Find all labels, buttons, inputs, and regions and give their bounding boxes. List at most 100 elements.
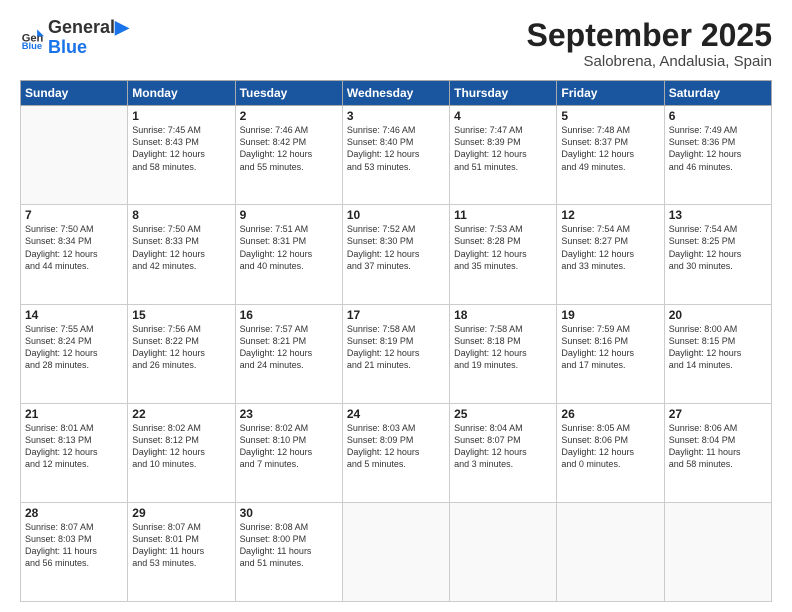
day-number: 13 <box>669 208 767 222</box>
week-row-4: 21Sunrise: 8:01 AM Sunset: 8:13 PM Dayli… <box>21 403 772 502</box>
logo-text: General▶ Blue <box>48 18 129 58</box>
logo: Gen Blue General▶ Blue <box>20 18 129 58</box>
week-row-2: 7Sunrise: 7:50 AM Sunset: 8:34 PM Daylig… <box>21 205 772 304</box>
calendar-cell: 7Sunrise: 7:50 AM Sunset: 8:34 PM Daylig… <box>21 205 128 304</box>
day-number: 29 <box>132 506 230 520</box>
calendar: SundayMondayTuesdayWednesdayThursdayFrid… <box>20 80 772 602</box>
calendar-cell: 22Sunrise: 8:02 AM Sunset: 8:12 PM Dayli… <box>128 403 235 502</box>
cell-info: Sunrise: 7:45 AM Sunset: 8:43 PM Dayligh… <box>132 124 230 173</box>
subtitle: Salobrena, Andalusia, Spain <box>527 53 772 70</box>
calendar-cell: 26Sunrise: 8:05 AM Sunset: 8:06 PM Dayli… <box>557 403 664 502</box>
day-number: 23 <box>240 407 338 421</box>
day-number: 26 <box>561 407 659 421</box>
month-title: September 2025 <box>527 18 772 53</box>
day-number: 10 <box>347 208 445 222</box>
cell-info: Sunrise: 8:00 AM Sunset: 8:15 PM Dayligh… <box>669 323 767 372</box>
cell-info: Sunrise: 7:49 AM Sunset: 8:36 PM Dayligh… <box>669 124 767 173</box>
day-number: 16 <box>240 308 338 322</box>
day-number: 24 <box>347 407 445 421</box>
day-number: 1 <box>132 109 230 123</box>
calendar-cell: 15Sunrise: 7:56 AM Sunset: 8:22 PM Dayli… <box>128 304 235 403</box>
day-number: 5 <box>561 109 659 123</box>
svg-text:Blue: Blue <box>22 40 42 50</box>
weekday-header-tuesday: Tuesday <box>235 81 342 106</box>
calendar-cell: 20Sunrise: 8:00 AM Sunset: 8:15 PM Dayli… <box>664 304 771 403</box>
day-number: 17 <box>347 308 445 322</box>
day-number: 22 <box>132 407 230 421</box>
calendar-cell <box>557 502 664 601</box>
calendar-cell: 12Sunrise: 7:54 AM Sunset: 8:27 PM Dayli… <box>557 205 664 304</box>
calendar-cell: 28Sunrise: 8:07 AM Sunset: 8:03 PM Dayli… <box>21 502 128 601</box>
logo-icon: Gen Blue <box>20 26 44 50</box>
cell-info: Sunrise: 8:01 AM Sunset: 8:13 PM Dayligh… <box>25 422 123 471</box>
day-number: 21 <box>25 407 123 421</box>
day-number: 25 <box>454 407 552 421</box>
day-number: 4 <box>454 109 552 123</box>
day-number: 15 <box>132 308 230 322</box>
cell-info: Sunrise: 8:08 AM Sunset: 8:00 PM Dayligh… <box>240 521 338 570</box>
cell-info: Sunrise: 7:46 AM Sunset: 8:40 PM Dayligh… <box>347 124 445 173</box>
cell-info: Sunrise: 7:58 AM Sunset: 8:19 PM Dayligh… <box>347 323 445 372</box>
day-number: 8 <box>132 208 230 222</box>
calendar-cell: 13Sunrise: 7:54 AM Sunset: 8:25 PM Dayli… <box>664 205 771 304</box>
title-block: September 2025 Salobrena, Andalusia, Spa… <box>527 18 772 70</box>
page: Gen Blue General▶ Blue September 2025 Sa… <box>0 0 792 612</box>
weekday-header-sunday: Sunday <box>21 81 128 106</box>
calendar-cell: 21Sunrise: 8:01 AM Sunset: 8:13 PM Dayli… <box>21 403 128 502</box>
calendar-cell <box>342 502 449 601</box>
cell-info: Sunrise: 7:54 AM Sunset: 8:25 PM Dayligh… <box>669 223 767 272</box>
calendar-cell <box>21 106 128 205</box>
cell-info: Sunrise: 7:46 AM Sunset: 8:42 PM Dayligh… <box>240 124 338 173</box>
day-number: 14 <box>25 308 123 322</box>
calendar-cell: 18Sunrise: 7:58 AM Sunset: 8:18 PM Dayli… <box>450 304 557 403</box>
cell-info: Sunrise: 8:07 AM Sunset: 8:01 PM Dayligh… <box>132 521 230 570</box>
day-number: 27 <box>669 407 767 421</box>
day-number: 7 <box>25 208 123 222</box>
cell-info: Sunrise: 8:06 AM Sunset: 8:04 PM Dayligh… <box>669 422 767 471</box>
calendar-cell: 29Sunrise: 8:07 AM Sunset: 8:01 PM Dayli… <box>128 502 235 601</box>
cell-info: Sunrise: 7:48 AM Sunset: 8:37 PM Dayligh… <box>561 124 659 173</box>
calendar-cell: 16Sunrise: 7:57 AM Sunset: 8:21 PM Dayli… <box>235 304 342 403</box>
weekday-header-monday: Monday <box>128 81 235 106</box>
cell-info: Sunrise: 7:50 AM Sunset: 8:33 PM Dayligh… <box>132 223 230 272</box>
calendar-cell: 19Sunrise: 7:59 AM Sunset: 8:16 PM Dayli… <box>557 304 664 403</box>
week-row-5: 28Sunrise: 8:07 AM Sunset: 8:03 PM Dayli… <box>21 502 772 601</box>
calendar-cell: 23Sunrise: 8:02 AM Sunset: 8:10 PM Dayli… <box>235 403 342 502</box>
cell-info: Sunrise: 7:56 AM Sunset: 8:22 PM Dayligh… <box>132 323 230 372</box>
calendar-cell: 8Sunrise: 7:50 AM Sunset: 8:33 PM Daylig… <box>128 205 235 304</box>
weekday-header-wednesday: Wednesday <box>342 81 449 106</box>
cell-info: Sunrise: 7:58 AM Sunset: 8:18 PM Dayligh… <box>454 323 552 372</box>
calendar-cell: 3Sunrise: 7:46 AM Sunset: 8:40 PM Daylig… <box>342 106 449 205</box>
calendar-cell: 17Sunrise: 7:58 AM Sunset: 8:19 PM Dayli… <box>342 304 449 403</box>
day-number: 11 <box>454 208 552 222</box>
day-number: 30 <box>240 506 338 520</box>
day-number: 9 <box>240 208 338 222</box>
day-number: 28 <box>25 506 123 520</box>
cell-info: Sunrise: 8:04 AM Sunset: 8:07 PM Dayligh… <box>454 422 552 471</box>
week-row-1: 1Sunrise: 7:45 AM Sunset: 8:43 PM Daylig… <box>21 106 772 205</box>
calendar-cell: 30Sunrise: 8:08 AM Sunset: 8:00 PM Dayli… <box>235 502 342 601</box>
cell-info: Sunrise: 7:55 AM Sunset: 8:24 PM Dayligh… <box>25 323 123 372</box>
weekday-header-thursday: Thursday <box>450 81 557 106</box>
calendar-cell: 10Sunrise: 7:52 AM Sunset: 8:30 PM Dayli… <box>342 205 449 304</box>
calendar-cell: 2Sunrise: 7:46 AM Sunset: 8:42 PM Daylig… <box>235 106 342 205</box>
cell-info: Sunrise: 7:57 AM Sunset: 8:21 PM Dayligh… <box>240 323 338 372</box>
weekday-header-saturday: Saturday <box>664 81 771 106</box>
calendar-cell: 5Sunrise: 7:48 AM Sunset: 8:37 PM Daylig… <box>557 106 664 205</box>
calendar-cell: 9Sunrise: 7:51 AM Sunset: 8:31 PM Daylig… <box>235 205 342 304</box>
cell-info: Sunrise: 7:52 AM Sunset: 8:30 PM Dayligh… <box>347 223 445 272</box>
cell-info: Sunrise: 8:02 AM Sunset: 8:12 PM Dayligh… <box>132 422 230 471</box>
header: Gen Blue General▶ Blue September 2025 Sa… <box>20 18 772 70</box>
cell-info: Sunrise: 8:07 AM Sunset: 8:03 PM Dayligh… <box>25 521 123 570</box>
calendar-cell <box>664 502 771 601</box>
calendar-cell: 4Sunrise: 7:47 AM Sunset: 8:39 PM Daylig… <box>450 106 557 205</box>
calendar-cell: 1Sunrise: 7:45 AM Sunset: 8:43 PM Daylig… <box>128 106 235 205</box>
cell-info: Sunrise: 7:53 AM Sunset: 8:28 PM Dayligh… <box>454 223 552 272</box>
cell-info: Sunrise: 7:51 AM Sunset: 8:31 PM Dayligh… <box>240 223 338 272</box>
calendar-cell: 24Sunrise: 8:03 AM Sunset: 8:09 PM Dayli… <box>342 403 449 502</box>
day-number: 18 <box>454 308 552 322</box>
day-number: 2 <box>240 109 338 123</box>
calendar-cell: 6Sunrise: 7:49 AM Sunset: 8:36 PM Daylig… <box>664 106 771 205</box>
cell-info: Sunrise: 8:02 AM Sunset: 8:10 PM Dayligh… <box>240 422 338 471</box>
day-number: 3 <box>347 109 445 123</box>
